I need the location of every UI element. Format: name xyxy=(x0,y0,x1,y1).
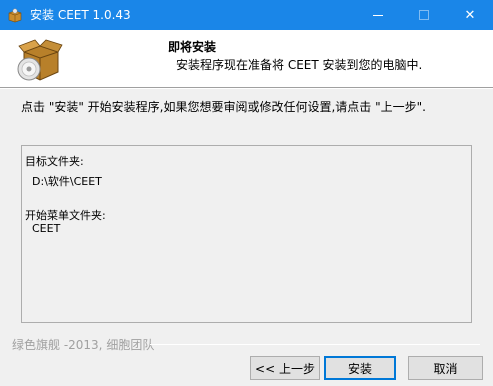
maximize-button xyxy=(401,0,447,30)
title-bar[interactable]: 安装 CEET 1.0.43 ✕ xyxy=(0,0,493,30)
header-divider xyxy=(0,88,493,89)
install-button[interactable]: 安装 xyxy=(324,356,396,380)
cancel-button[interactable]: 取消 xyxy=(408,356,483,380)
installer-box-disc-icon xyxy=(16,36,64,84)
footer-divider xyxy=(150,344,480,345)
start-menu-value: CEET xyxy=(32,222,61,235)
installer-box-icon xyxy=(7,7,23,23)
wizard-header: 即将安装 安装程序现在准备将 CEET 安装到您的电脑中. xyxy=(0,30,493,88)
destination-label: 目标文件夹: xyxy=(25,155,84,168)
instruction-text: 点击 "安装" 开始安装程序,如果您想要审阅或修改任何设置,请点击 "上一步". xyxy=(21,100,426,114)
start-menu-label: 开始菜单文件夹: xyxy=(25,209,106,222)
minimize-icon xyxy=(373,14,383,16)
header-subtitle: 安装程序现在准备将 CEET 安装到您的电脑中. xyxy=(176,58,423,72)
window-title: 安装 CEET 1.0.43 xyxy=(30,8,131,22)
back-button[interactable]: << 上一步 xyxy=(250,356,320,380)
close-button[interactable]: ✕ xyxy=(447,0,493,30)
destination-value: D:\软件\CEET xyxy=(32,175,102,188)
close-icon: ✕ xyxy=(464,7,476,23)
maximize-icon xyxy=(419,10,429,20)
minimize-button[interactable] xyxy=(355,0,401,30)
header-title: 即将安装 xyxy=(168,40,217,54)
brand-text: 绿色旗舰 -2013, 细胞团队 xyxy=(12,338,155,352)
ready-memo[interactable]: 目标文件夹: D:\软件\CEET 开始菜单文件夹: CEET xyxy=(21,145,472,323)
